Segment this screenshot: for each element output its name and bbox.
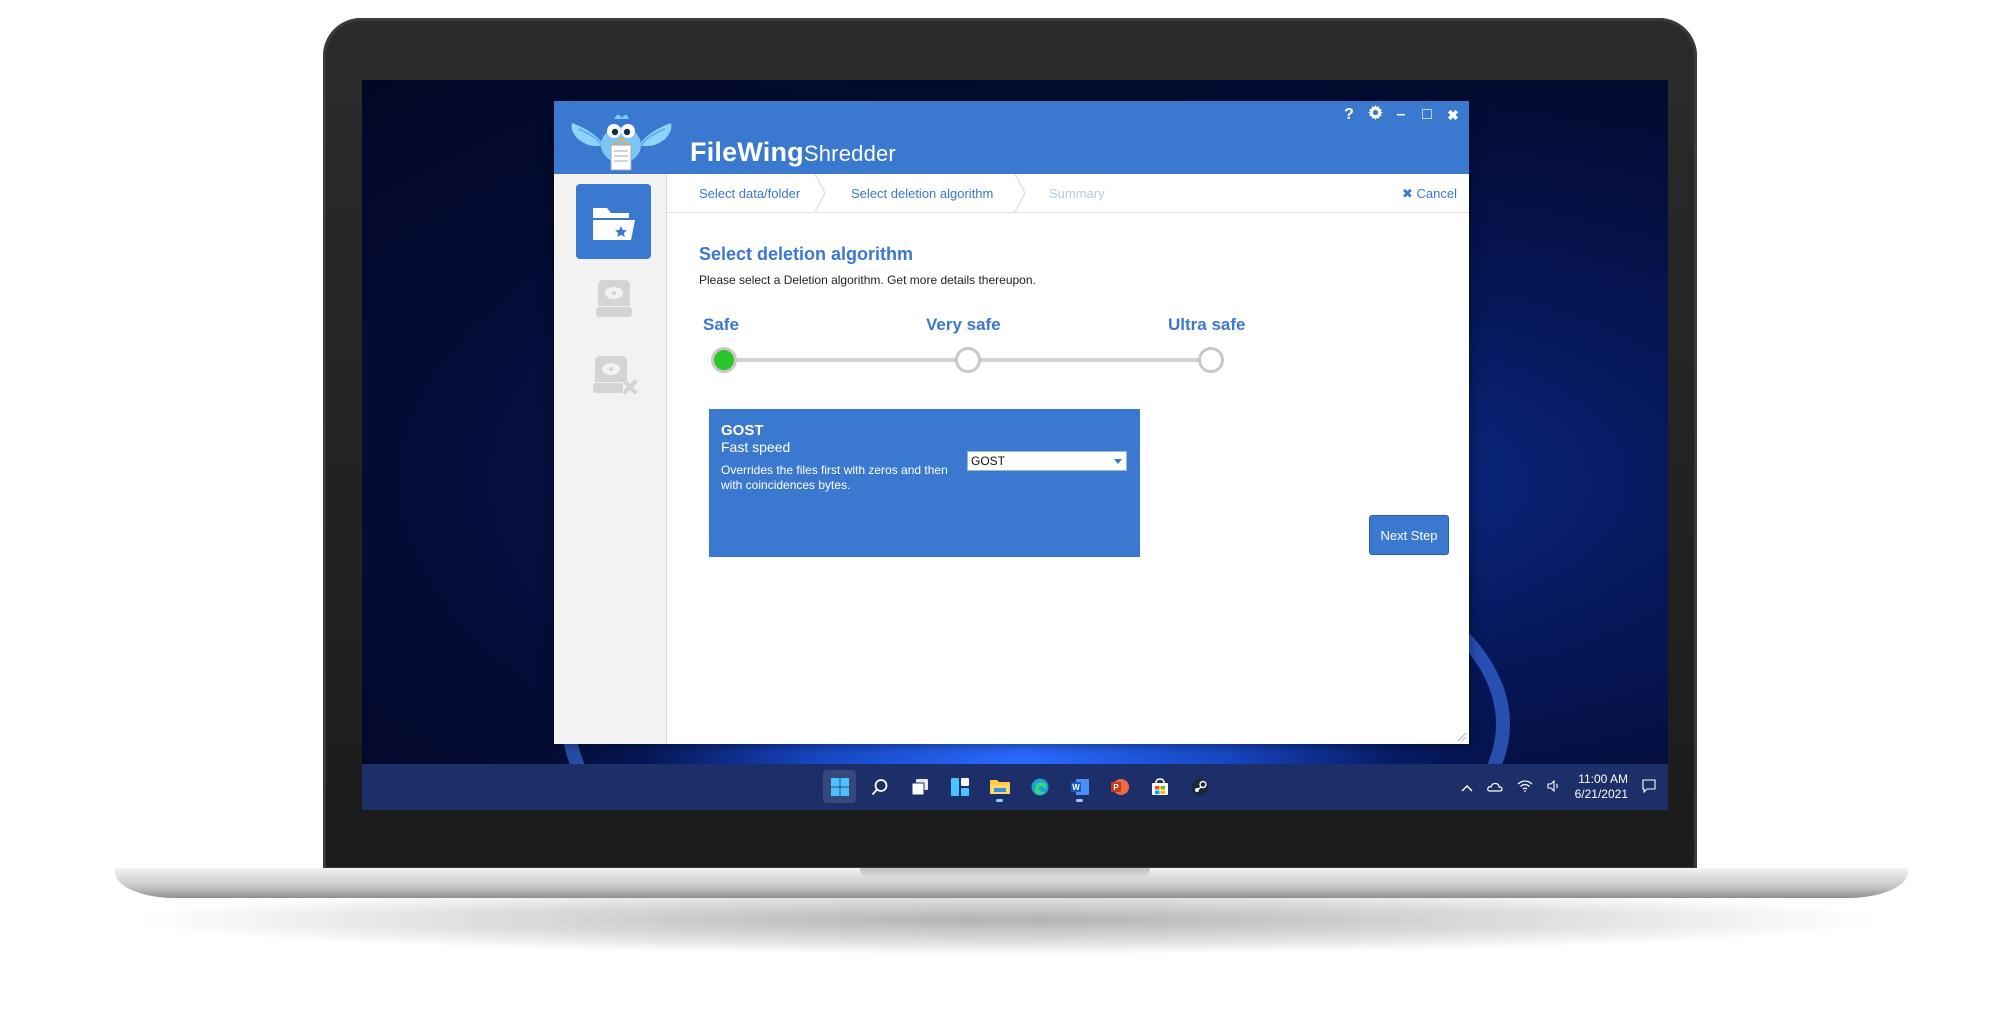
clock-date: 6/21/2021 (1574, 787, 1628, 801)
step-select-data[interactable]: Select data/folder (699, 186, 800, 201)
system-tray: 11:00 AM 6/21/2021 (1461, 764, 1656, 810)
laptop-notch (860, 868, 1150, 878)
cancel-button[interactable]: ✖ Cancel (1402, 186, 1457, 202)
level-stop-safe[interactable] (711, 347, 737, 373)
steam-button[interactable] (1183, 770, 1216, 803)
sidebar-item-shred-files[interactable] (576, 184, 651, 259)
next-step-button[interactable]: Next Step (1369, 515, 1449, 555)
bird-logo-icon (571, 114, 672, 171)
maximize-button[interactable]: □ (1419, 106, 1435, 124)
algorithm-select-value: GOST (971, 454, 1006, 468)
svg-text:P: P (1113, 783, 1119, 792)
app-title: FileWingShredder (690, 137, 896, 168)
resize-grip-icon[interactable] (1457, 732, 1467, 742)
title-bar: FileWingShredder ? – □ ✖ (554, 101, 1469, 174)
app-title-main: FileWing (690, 137, 804, 167)
start-button[interactable] (823, 770, 856, 803)
file-explorer-button[interactable] (983, 770, 1016, 803)
desktop-screen: FileWingShredder ? – □ ✖ Select data/fol… (362, 80, 1668, 810)
wizard-steps: Select data/folder Select deletion algor… (667, 174, 1469, 213)
page-description: Please select a Deletion algorithm. Get … (699, 273, 1036, 287)
step-separator-icon (814, 174, 826, 212)
clock-time: 11:00 AM (1578, 772, 1628, 786)
level-stop-ultra-safe[interactable] (1198, 347, 1224, 373)
step-separator-icon (1014, 174, 1026, 212)
taskbar: W P 11:00 AM 6/21/2021 (362, 764, 1668, 810)
chevron-up-icon[interactable] (1461, 780, 1473, 795)
svg-text:W: W (1072, 783, 1080, 792)
algorithm-select[interactable]: GOST (967, 451, 1127, 471)
algorithm-description: Overrides the files first with zeros and… (721, 463, 948, 492)
chevron-down-icon (1114, 459, 1122, 464)
app-title-sub: Shredder (803, 141, 896, 166)
running-indicator (996, 799, 1003, 802)
sidebar-item-wipe-drive[interactable] (576, 336, 651, 411)
edge-button[interactable] (1023, 770, 1056, 803)
powerpoint-icon: P (1110, 778, 1129, 795)
wifi-icon[interactable] (1517, 779, 1533, 795)
hard-drive-icon (595, 279, 632, 317)
widgets-button[interactable] (943, 770, 976, 803)
word-button[interactable]: W (1063, 770, 1096, 803)
drive-delete-icon (592, 355, 637, 394)
word-icon: W (1070, 778, 1089, 795)
powerpoint-button[interactable]: P (1103, 770, 1136, 803)
step-select-algorithm[interactable]: Select deletion algorithm (851, 186, 993, 201)
level-stop-very-safe[interactable] (955, 347, 981, 373)
page-title: Select deletion algorithm (699, 244, 914, 264)
algorithm-speed: Fast speed (721, 439, 791, 455)
taskbar-apps: W P (823, 770, 1216, 803)
close-button[interactable]: ✖ (1445, 107, 1461, 124)
level-label-safe: Safe (703, 315, 739, 334)
search-button[interactable] (863, 770, 896, 803)
task-view-icon (911, 778, 928, 795)
filewing-shredder-window: FileWingShredder ? – □ ✖ Select data/fol… (554, 101, 1469, 744)
search-icon (871, 778, 887, 795)
level-label-ultra-safe: Ultra safe (1168, 315, 1246, 334)
window-controls: ? – □ ✖ (1341, 105, 1461, 125)
sidebar (554, 174, 667, 744)
gear-icon (1367, 105, 1383, 120)
store-icon (1151, 777, 1168, 795)
onedrive-cloud-icon[interactable] (1486, 780, 1503, 795)
settings-button[interactable] (1367, 105, 1383, 125)
windows-start-icon (830, 777, 849, 796)
volume-icon[interactable] (1547, 779, 1561, 795)
minimize-button[interactable]: – (1393, 106, 1409, 124)
algorithm-name: GOST (721, 422, 764, 439)
algorithm-panel: GOST Fast speed Overrides the files firs… (709, 409, 1140, 557)
store-button[interactable] (1143, 770, 1176, 803)
task-view-button[interactable] (903, 770, 936, 803)
steam-icon (1191, 778, 1208, 795)
system-clock[interactable]: 11:00 AM 6/21/2021 (1575, 772, 1628, 802)
level-label-very-safe: Very safe (926, 315, 1001, 334)
edge-browser-icon (1031, 778, 1048, 795)
help-button[interactable]: ? (1341, 106, 1357, 124)
sidebar-item-drive[interactable] (576, 260, 651, 335)
folder-star-icon (592, 207, 635, 240)
running-indicator (1076, 799, 1083, 802)
widgets-icon (950, 777, 969, 796)
folder-icon (989, 779, 1010, 794)
step-summary: Summary (1049, 186, 1105, 201)
notifications-icon[interactable] (1642, 778, 1656, 796)
